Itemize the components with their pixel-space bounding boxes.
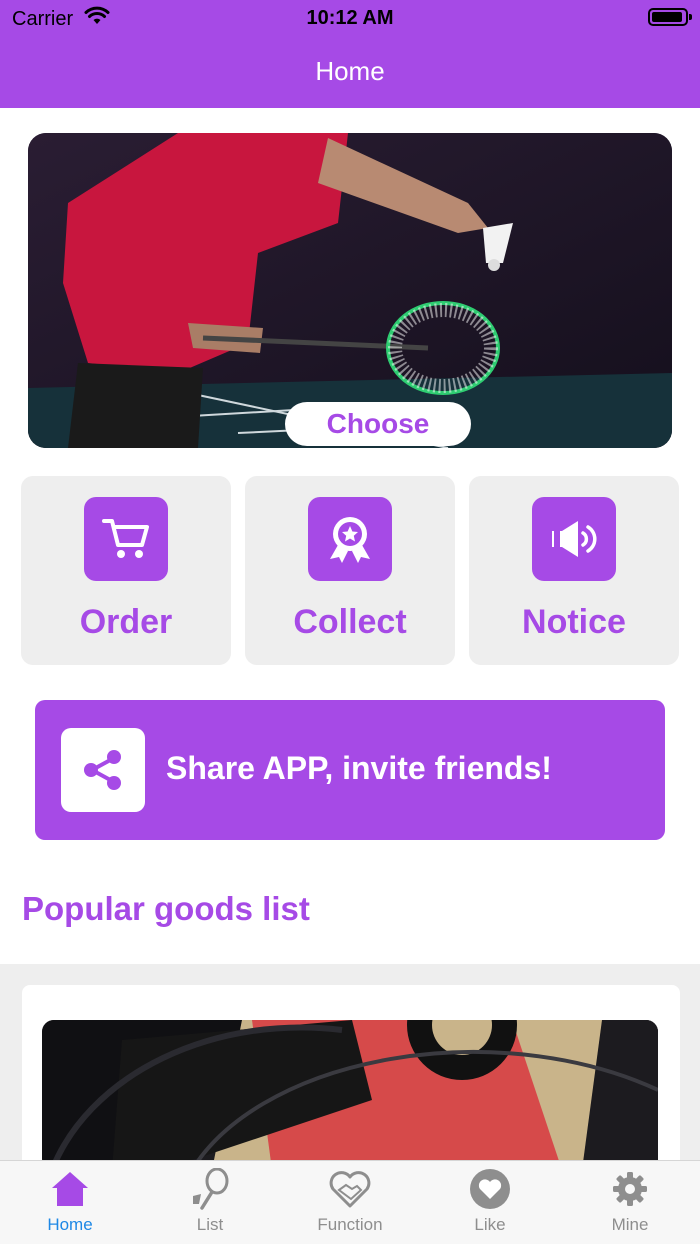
cart-icon: [84, 497, 168, 581]
tab-bar: Home List Function Like Mine: [0, 1160, 700, 1244]
award-badge-icon: [308, 497, 392, 581]
goods-image[interactable]: [42, 1020, 658, 1170]
racket-icon: [188, 1167, 232, 1211]
tab-list-label: List: [196, 1215, 224, 1234]
tab-home-label: Home: [47, 1215, 93, 1234]
share-app-button[interactable]: Share APP, invite friends!: [35, 700, 665, 840]
tab-home[interactable]: Home: [0, 1161, 140, 1244]
order-label: Order: [79, 603, 173, 641]
heart-icon: [468, 1167, 512, 1211]
tab-mine[interactable]: Mine: [560, 1161, 700, 1244]
section-title: Popular goods list: [22, 890, 310, 927]
collect-tile[interactable]: Collect: [245, 476, 455, 665]
tab-function-label: Function: [317, 1215, 383, 1234]
choose-button[interactable]: Choose: [285, 402, 471, 446]
battery-icon: [648, 8, 692, 26]
clock: 10:12 AM: [306, 7, 394, 29]
collect-label: Collect: [293, 603, 407, 641]
megaphone-icon: [532, 497, 616, 581]
gear-icon: [608, 1167, 652, 1211]
page-title: Home: [315, 56, 385, 86]
share-label: Share APP, invite friends!: [166, 750, 552, 786]
tab-like-label: Like: [474, 1215, 506, 1234]
notice-tile[interactable]: Notice: [469, 476, 679, 665]
nav-bar: Home: [0, 40, 700, 108]
heart-handshake-icon: [328, 1167, 372, 1211]
tab-like[interactable]: Like: [420, 1161, 560, 1244]
tab-function[interactable]: Function: [280, 1161, 420, 1244]
notice-label: Notice: [522, 603, 626, 641]
tab-mine-label: Mine: [611, 1215, 649, 1234]
status-bar: Carrier 10:12 AM: [0, 0, 700, 40]
home-icon: [48, 1167, 92, 1211]
banner-image[interactable]: Choose: [28, 133, 672, 448]
tab-list[interactable]: List: [140, 1161, 280, 1244]
order-tile[interactable]: Order: [21, 476, 231, 665]
share-icon: [61, 728, 145, 812]
